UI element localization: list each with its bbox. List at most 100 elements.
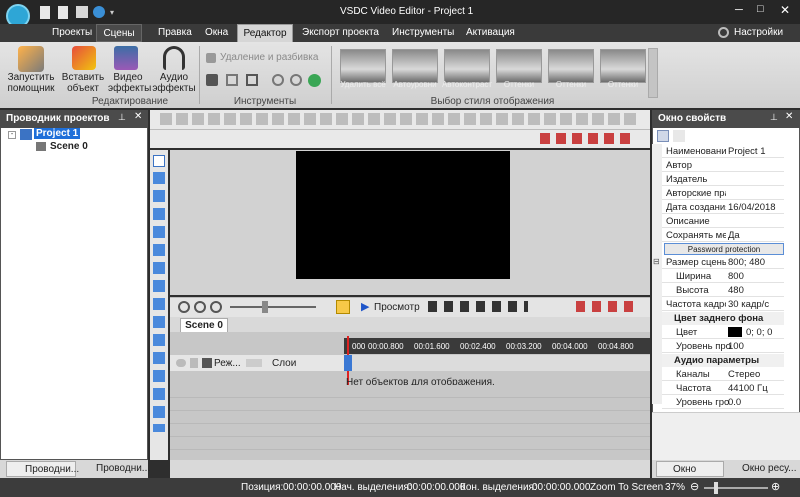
qat-new-icon[interactable] bbox=[40, 6, 50, 19]
prop-value[interactable]: 44100 Гц bbox=[728, 382, 768, 395]
align-icons[interactable] bbox=[540, 133, 630, 144]
tool-speed-icon[interactable] bbox=[308, 74, 321, 87]
layers-visibility-icon[interactable] bbox=[246, 359, 262, 367]
eye-icon[interactable] bbox=[176, 359, 186, 367]
prop-value[interactable]: Да bbox=[728, 229, 740, 242]
prop-row-opacity[interactable]: Уровень про 100 bbox=[662, 340, 784, 353]
tab-windows[interactable]: Окна bbox=[205, 27, 228, 38]
zoom-to-screen-button[interactable]: Zoom To Screen bbox=[590, 482, 663, 493]
panel-pin-icon[interactable]: ⊥ bbox=[118, 112, 126, 123]
props-pin-icon[interactable]: ⊥ bbox=[770, 112, 778, 123]
tool-cropfit-icon[interactable] bbox=[246, 74, 258, 86]
close-button[interactable]: ✕ bbox=[780, 3, 790, 17]
zoom-out-icon[interactable] bbox=[194, 301, 206, 313]
prop-value[interactable]: 0; 0; 0 bbox=[728, 326, 772, 339]
qat-save-icon[interactable] bbox=[76, 6, 88, 18]
audio-effects-button[interactable]: Аудио эффекты bbox=[150, 72, 198, 94]
explorer-tab-2[interactable]: Проводни... bbox=[80, 461, 150, 477]
timeline-scrollbar[interactable] bbox=[170, 460, 650, 478]
prop-row-fps[interactable]: Частота кадров30 кадр/с bbox=[662, 298, 784, 311]
status-zoom-thumb[interactable] bbox=[714, 482, 718, 494]
prop-row-channels[interactable]: Каналы Стерео bbox=[662, 368, 784, 381]
explorer-tab-1[interactable]: Проводни... bbox=[6, 461, 79, 477]
tree-item-scene[interactable]: Scene 0 bbox=[50, 141, 88, 152]
props-tab-1[interactable]: Окно сво... bbox=[656, 461, 724, 491]
prop-row-color[interactable]: Цвет 0; 0; 0 bbox=[662, 326, 784, 339]
tab-editor[interactable]: Редактор bbox=[237, 24, 293, 42]
props-categorized-icon[interactable] bbox=[657, 130, 669, 142]
prop-row-scene-size[interactable]: Размер сцены 800; 480 bbox=[662, 256, 784, 269]
tool-shapes-icons[interactable] bbox=[153, 172, 165, 432]
tool-scissors-icon[interactable] bbox=[206, 74, 218, 86]
style-thumb-auto-levels[interactable] bbox=[392, 49, 438, 83]
prop-row-save-meta[interactable]: Сохранять мет Да bbox=[662, 229, 784, 242]
color-swatch[interactable] bbox=[728, 327, 742, 338]
minimize-button[interactable]: ─ bbox=[735, 4, 743, 16]
prop-row-name[interactable]: Наименование Project 1 bbox=[662, 145, 784, 158]
tab-activation[interactable]: Активация bbox=[466, 27, 515, 38]
prop-value[interactable]: 16/04/2018 bbox=[728, 201, 776, 214]
props-close-icon[interactable]: ✕ bbox=[785, 111, 793, 122]
tree-item-project[interactable]: Project 1 bbox=[34, 128, 81, 139]
zoom-slider-thumb[interactable] bbox=[262, 301, 268, 313]
panel-close-icon[interactable]: ✕ bbox=[134, 111, 142, 122]
password-protection-button[interactable]: Password protection bbox=[664, 243, 784, 255]
prop-row-volume[interactable]: Уровень гро 0.0 bbox=[662, 396, 784, 409]
style-gallery-scroll[interactable] bbox=[648, 48, 658, 98]
lock-icon[interactable] bbox=[190, 358, 198, 368]
tool-pointer-icon[interactable] bbox=[153, 155, 165, 167]
zoom-fit-icon[interactable] bbox=[210, 301, 222, 313]
prop-value[interactable]: 100 bbox=[728, 340, 744, 353]
prop-row-description[interactable]: Описание bbox=[662, 215, 784, 228]
style-thumb-auto-contrast[interactable] bbox=[444, 49, 490, 83]
zoom-out-small-icon[interactable]: ⊖ bbox=[690, 480, 699, 493]
prop-row-created[interactable]: Дата создания 16/04/2018 bbox=[662, 201, 784, 214]
play-icon[interactable]: ▶ bbox=[361, 300, 369, 313]
prop-value[interactable]: 0.0 bbox=[728, 396, 741, 409]
marker-icons[interactable] bbox=[576, 301, 636, 312]
props-tab-2[interactable]: Окно ресу... bbox=[728, 461, 798, 477]
tab-edit[interactable]: Правка bbox=[158, 27, 192, 38]
blend-mode-column[interactable]: Реж... bbox=[214, 358, 241, 369]
prop-value[interactable]: Стерео bbox=[728, 368, 760, 381]
timeline-tab-scene[interactable]: Scene 0 bbox=[180, 318, 228, 332]
zoom-in-icon[interactable] bbox=[178, 301, 190, 313]
tab-scenes[interactable]: Сцены bbox=[96, 24, 142, 42]
zoom-in-small-icon[interactable]: ⊕ bbox=[771, 480, 780, 493]
prop-row-width[interactable]: Ширина 800 bbox=[662, 270, 784, 283]
prop-value[interactable]: 800; 480 bbox=[728, 256, 765, 269]
video-effects-button[interactable]: Видео эффекты bbox=[108, 72, 151, 94]
prop-row-copyright[interactable]: Авторские пра bbox=[662, 187, 784, 200]
props-alphabetical-icon[interactable] bbox=[673, 130, 685, 142]
style-thumb-tint-3[interactable] bbox=[600, 49, 646, 83]
style-thumb-tint-2[interactable] bbox=[548, 49, 594, 83]
style-thumb-tint-1[interactable] bbox=[496, 49, 542, 83]
maximize-button[interactable]: □ bbox=[757, 3, 764, 15]
section-audio[interactable]: Аудио параметры bbox=[662, 354, 784, 367]
prop-row-frequency[interactable]: Частота 44100 Гц bbox=[662, 382, 784, 395]
insert-object-button[interactable]: Вставить объект bbox=[60, 72, 106, 94]
prop-value[interactable]: 480 bbox=[728, 284, 744, 297]
prop-row-publisher[interactable]: Издатель bbox=[662, 173, 784, 186]
prop-value[interactable]: Project 1 bbox=[728, 145, 766, 158]
transport-icons[interactable] bbox=[428, 301, 528, 312]
tool-rotate-left-icon[interactable] bbox=[272, 74, 284, 86]
tab-tools[interactable]: Инструменты bbox=[392, 27, 454, 38]
settings-link[interactable]: Настройки bbox=[734, 27, 783, 38]
section-bg-color[interactable]: Цвет заднего фона bbox=[662, 312, 784, 325]
scene-size-collapse-icon[interactable]: ⊟ bbox=[653, 257, 660, 266]
editor-toolbar-icons[interactable] bbox=[160, 113, 640, 125]
prop-value[interactable]: 800 bbox=[728, 270, 744, 283]
preview-button[interactable]: Просмотр bbox=[374, 302, 420, 313]
timeline-playhead-handle[interactable] bbox=[344, 355, 352, 371]
qat-dropdown-icon[interactable]: ▾ bbox=[110, 8, 114, 17]
qat-export-icon[interactable] bbox=[93, 6, 105, 18]
settings-gear-icon[interactable] bbox=[718, 27, 729, 38]
tool-crop-icon[interactable] bbox=[226, 74, 238, 86]
video-preview-canvas[interactable] bbox=[296, 151, 510, 279]
tool-rotate-right-icon[interactable] bbox=[290, 74, 302, 86]
style-thumb-delete-all[interactable] bbox=[340, 49, 386, 83]
qat-open-icon[interactable] bbox=[58, 6, 68, 19]
tree-collapse-icon[interactable]: - bbox=[8, 131, 16, 139]
prop-row-height[interactable]: Высота 480 bbox=[662, 284, 784, 297]
